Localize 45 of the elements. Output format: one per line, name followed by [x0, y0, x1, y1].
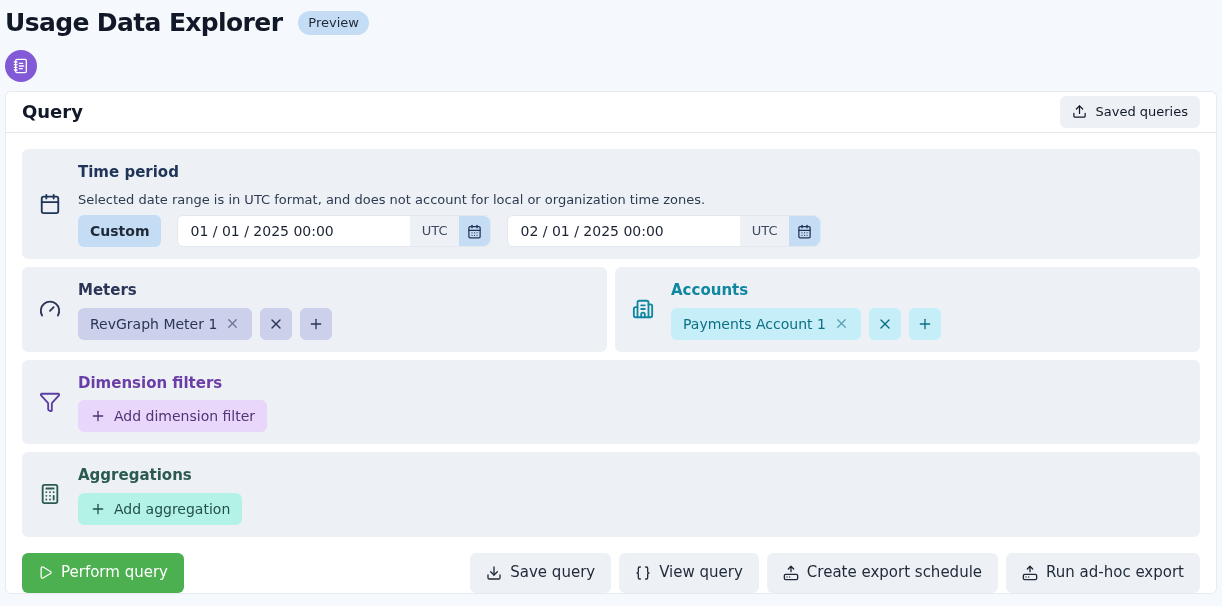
timezone-label: UTC: [739, 216, 790, 246]
date-field[interactable]: 01 / 01 / 2025 00:00 UTC: [177, 215, 492, 247]
timezone-label: UTC: [409, 216, 460, 246]
section-title: Accounts: [671, 280, 750, 301]
action-button[interactable]: View query: [619, 552, 759, 593]
section-title: Aggregations: [78, 465, 193, 486]
calculator-icon: [39, 483, 61, 506]
saved-queries-button[interactable]: Saved queries: [1060, 95, 1200, 128]
calendar-icon: [797, 223, 813, 239]
clear-button[interactable]: [868, 307, 901, 340]
braces-icon: [635, 564, 652, 581]
add-button[interactable]: Add dimension filter: [78, 400, 268, 432]
add-button[interactable]: Add aggregation: [78, 492, 243, 525]
download-icon: [486, 564, 503, 581]
chip-label: Payments Account 1: [683, 314, 826, 334]
timezone-note: Selected date range is in UTC format, and does not account for local or organization time zones.: [78, 190, 707, 209]
calendar-icon: [467, 223, 483, 239]
section-title: Time period: [78, 162, 180, 183]
action-button[interactable]: Create export schedule: [766, 552, 999, 593]
page-title: Usage Data Explorer: [5, 7, 283, 39]
date-value: 02 / 01 / 2025 00:00: [519, 222, 665, 241]
upload-tray-icon: [782, 564, 799, 581]
calendar-button[interactable]: [459, 216, 491, 246]
upload-icon: [1072, 104, 1088, 120]
section-title: Dimension filters: [78, 372, 224, 394]
chip-label: RevGraph Meter 1: [90, 314, 218, 334]
plus-icon: [90, 408, 106, 424]
date-value: 01 / 01 / 2025 00:00: [189, 222, 335, 241]
add-button[interactable]: [908, 307, 941, 340]
action-button[interactable]: Save query: [470, 552, 612, 593]
calendar-icon: [39, 193, 61, 215]
building-icon: [632, 298, 654, 321]
preview-badge: Preview: [298, 11, 369, 35]
add-button[interactable]: [300, 307, 333, 340]
section-title: Meters: [78, 280, 138, 301]
clear-button[interactable]: [260, 307, 293, 340]
play-icon: [38, 565, 53, 580]
filter-icon: [39, 390, 61, 413]
calendar-button[interactable]: [789, 216, 821, 246]
book-icon[interactable]: [5, 49, 37, 82]
custom-range-button[interactable]: Custom: [78, 215, 162, 247]
action-button[interactable]: Run ad-hoc export: [1006, 552, 1200, 593]
card-title: Query: [22, 99, 83, 124]
date-field[interactable]: 02 / 01 / 2025 00:00 UTC: [507, 215, 822, 247]
upload-tray-icon: [1022, 564, 1039, 581]
